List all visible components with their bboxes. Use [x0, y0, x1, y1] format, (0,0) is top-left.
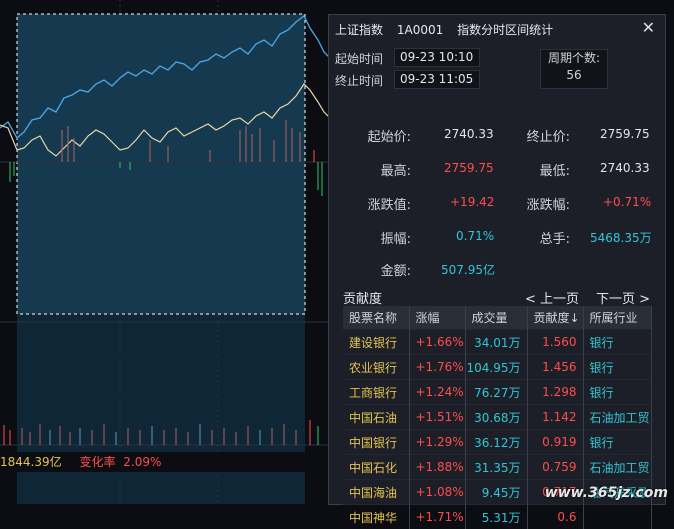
column-header-name[interactable]: 股票名称: [343, 306, 409, 330]
period-count-value: 56: [541, 67, 607, 84]
table-row[interactable]: 农业银行 +1.76% 104.95万 1.456 银行: [343, 355, 651, 380]
stock-name: 农业银行: [343, 355, 409, 380]
stock-contribution: 0.919: [527, 430, 583, 455]
table-row[interactable]: 中国银行 +1.29% 36.12万 0.919 银行: [343, 430, 651, 455]
stock-contribution: 0.759: [527, 455, 583, 480]
prev-page-button[interactable]: < 上一页: [525, 288, 579, 307]
stock-contribution: 1.560: [527, 330, 583, 355]
close-icon[interactable]: ✕: [642, 20, 655, 36]
start-time-label: 起始时间: [335, 50, 383, 67]
dialog-title: 上证指数 1A0001 指数分时区间统计: [335, 21, 563, 38]
stock-change: +1.76%: [409, 355, 465, 380]
stock-change: +1.51%: [409, 405, 465, 430]
stock-change: +1.29%: [409, 430, 465, 455]
close-price-label: 终止价:: [490, 126, 570, 145]
selection-region-lower: [17, 314, 305, 504]
turnover-amount: 1844.39亿: [0, 455, 62, 469]
stock-industry: 银行: [583, 355, 651, 380]
stock-volume: 5.31万: [465, 505, 527, 529]
stock-contribution: 1.298: [527, 380, 583, 405]
column-header-volume[interactable]: 成交量: [465, 306, 527, 330]
change-rate-label: 变化率: [79, 455, 115, 469]
stock-industry: 银行: [583, 330, 651, 355]
open-price-label: 起始价:: [331, 126, 411, 145]
stock-industry: 石油加工贸: [583, 405, 651, 430]
low-value: 2740.33: [600, 161, 650, 175]
table-row[interactable]: 中国神华 +1.71% 5.31万 0.6: [343, 505, 651, 529]
change-pct-value: +0.71%: [603, 195, 651, 209]
stock-contribution: 1.456: [527, 355, 583, 380]
chart-svg: [0, 0, 330, 505]
title-market: 上证指数: [335, 23, 383, 37]
watermark-logo: www.365jz.com: [545, 485, 668, 501]
total-hands-label: 总手:: [490, 228, 570, 247]
stock-name: 中国石油: [343, 405, 409, 430]
stock-volume: 104.95万: [465, 355, 527, 380]
period-count-box: 周期个数: 56: [540, 49, 608, 89]
total-hands-value: 5468.35万: [590, 229, 652, 246]
table-row[interactable]: 工商银行 +1.24% 76.27万 1.298 银行: [343, 380, 651, 405]
end-time-field[interactable]: 09-23 11:05: [394, 70, 480, 89]
tab-contribution[interactable]: 贡献度: [343, 288, 382, 307]
interval-stats-dialog: 上证指数 1A0001 指数分时区间统计 ✕ 起始时间 09-23 10:10 …: [328, 14, 666, 505]
change-rate-value: 2.09%: [123, 455, 161, 469]
stock-volume: 30.68万: [465, 405, 527, 430]
change-label: 涨跌值:: [331, 194, 411, 213]
stock-change: +1.08%: [409, 480, 465, 505]
title-code: 1A0001: [397, 23, 443, 37]
stock-contribution: 1.142: [527, 405, 583, 430]
stock-name: 工商银行: [343, 380, 409, 405]
stock-volume: 31.35万: [465, 455, 527, 480]
column-header-change[interactable]: 涨幅: [409, 306, 465, 330]
stock-change: +1.66%: [409, 330, 465, 355]
chart-status-bar: 1844.39亿 变化率 2.09%: [0, 452, 330, 472]
close-price-value: 2759.75: [600, 127, 650, 141]
stock-change: +1.88%: [409, 455, 465, 480]
stock-name: 中国神华: [343, 505, 409, 529]
stock-volume: 34.01万: [465, 330, 527, 355]
amplitude-value: 0.71%: [456, 229, 494, 243]
stock-industry: 石油加工贸: [583, 455, 651, 480]
open-price-value: 2740.33: [444, 127, 494, 141]
stock-change: +1.71%: [409, 505, 465, 529]
column-header-industry[interactable]: 所属行业: [583, 306, 651, 330]
next-page-button[interactable]: 下一页 >: [596, 288, 650, 307]
amount-label: 金额:: [331, 260, 411, 279]
stock-volume: 9.45万: [465, 480, 527, 505]
title-desc: 指数分时区间统计: [457, 23, 553, 37]
stock-industry: 银行: [583, 430, 651, 455]
stock-name: 中国银行: [343, 430, 409, 455]
period-count-label: 周期个数:: [541, 50, 607, 67]
change-pct-label: 涨跌幅:: [490, 194, 570, 213]
selection-region[interactable]: [17, 14, 305, 314]
stock-name: 中国石化: [343, 455, 409, 480]
stock-industry: [583, 505, 651, 529]
stock-industry: 银行: [583, 380, 651, 405]
stock-name: 建设银行: [343, 330, 409, 355]
low-label: 最低:: [490, 160, 570, 179]
end-time-label: 终止时间: [335, 72, 383, 89]
column-header-contribution[interactable]: 贡献度↓: [527, 306, 583, 330]
high-label: 最高:: [331, 160, 411, 179]
stock-volume: 36.12万: [465, 430, 527, 455]
stock-volume: 76.27万: [465, 380, 527, 405]
table-row[interactable]: 中国石油 +1.51% 30.68万 1.142 石油加工贸: [343, 405, 651, 430]
table-header-row: 股票名称 涨幅 成交量 贡献度↓ 所属行业: [343, 306, 651, 330]
stock-name: 中国海油: [343, 480, 409, 505]
start-time-field[interactable]: 09-23 10:10: [394, 48, 480, 67]
stock-contribution: 0.6: [527, 505, 583, 529]
intraday-chart[interactable]: 1844.39亿 变化率 2.09%: [0, 0, 330, 505]
change-value: +19.42: [450, 195, 494, 209]
amplitude-label: 振幅:: [331, 228, 411, 247]
stock-change: +1.24%: [409, 380, 465, 405]
table-row[interactable]: 建设银行 +1.66% 34.01万 1.560 银行: [343, 330, 651, 355]
table-row[interactable]: 中国石化 +1.88% 31.35万 0.759 石油加工贸: [343, 455, 651, 480]
amount-value: 507.95亿: [441, 261, 495, 278]
high-value: 2759.75: [444, 161, 494, 175]
